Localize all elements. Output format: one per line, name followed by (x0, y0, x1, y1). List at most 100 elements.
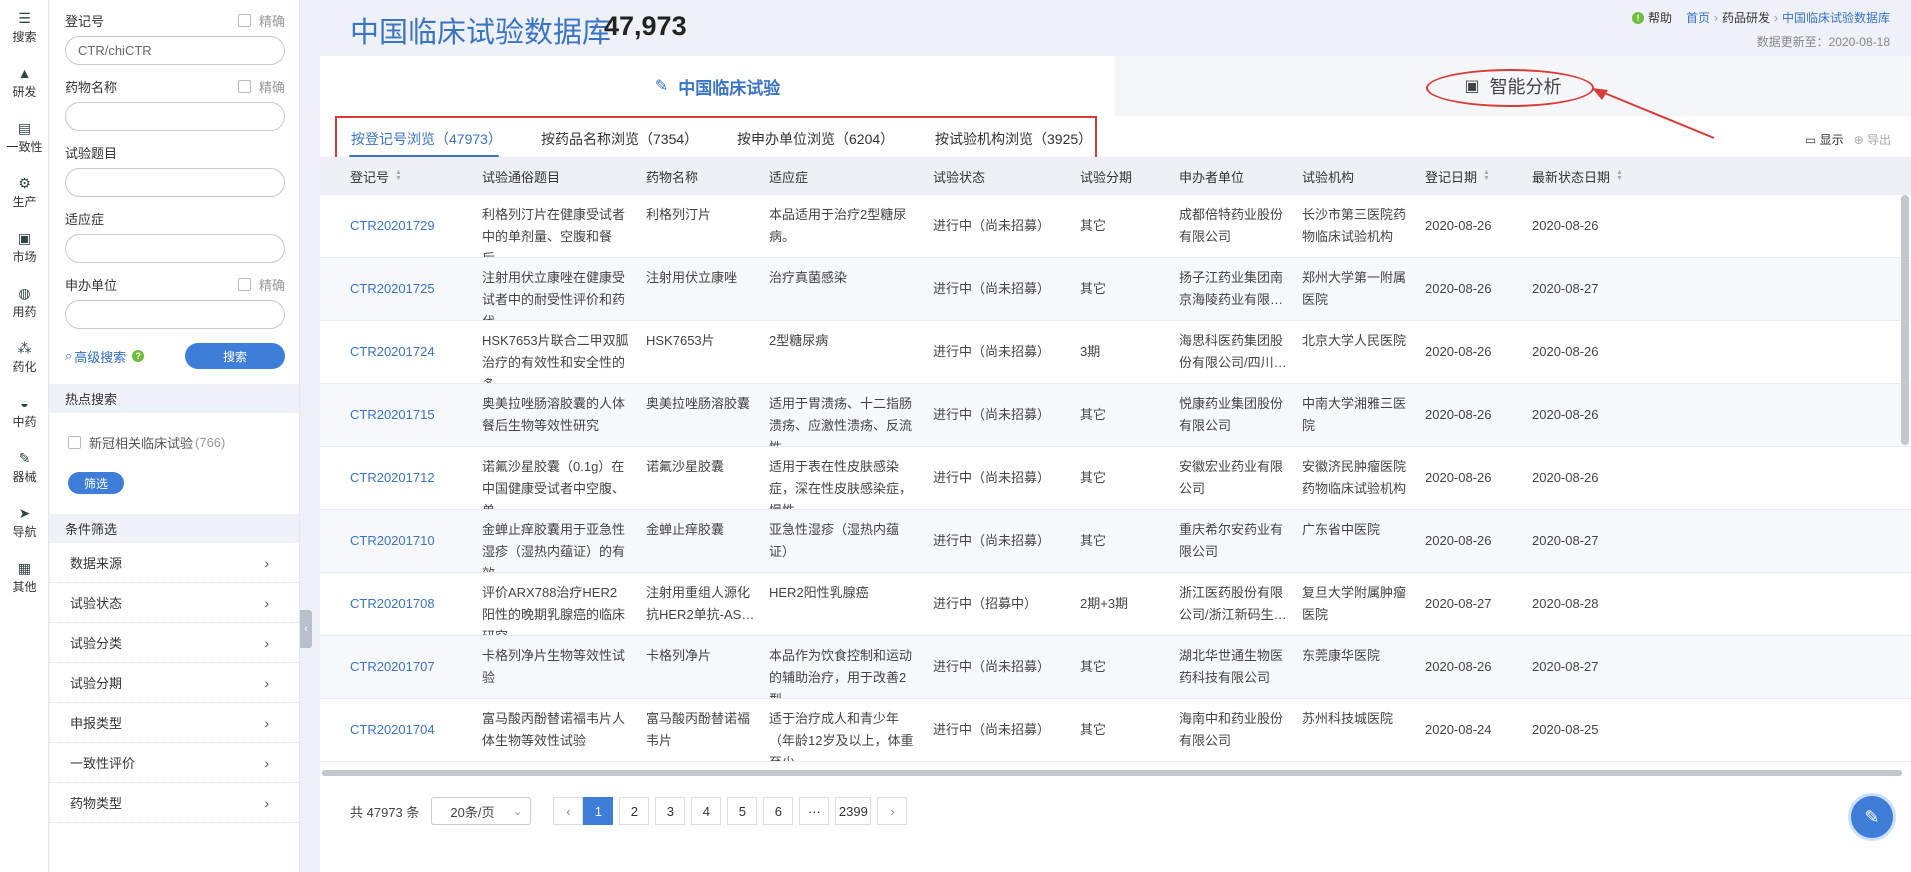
page-button[interactable]: 3 (655, 797, 686, 825)
page-size-select[interactable]: 20条/页 ⌄ (431, 797, 532, 825)
rail-item-label: 市场 (12, 250, 37, 264)
cell-drug: 利格列汀片 (646, 207, 712, 222)
filter-button[interactable]: 筛选 (68, 472, 124, 494)
table-row[interactable]: CTR20201725注射用伏立康唑在健康受试者中的耐受性评价和药代… 注射用伏立… (320, 258, 1911, 321)
sort-icon[interactable]: ▲ ▼ (395, 169, 402, 182)
condition-filter-item[interactable]: 试验状态 › (50, 583, 299, 623)
table-row[interactable]: CTR20201729利格列汀片在健康受试者中的单剂量、空腹和餐后、… 利格列汀片… (320, 195, 1911, 258)
page-button[interactable]: 6 (763, 797, 794, 825)
rail-item[interactable]: ⁂ 药化 (0, 330, 49, 385)
rail-item[interactable]: ◒ 中药 (0, 385, 49, 440)
table-tools: ▭ 显示 ⊕ 导出 (1805, 131, 1891, 148)
exact-label: 精确 (258, 13, 285, 29)
rail-item[interactable]: ☰ 搜索 (0, 0, 49, 55)
conditions-list: 数据来源 › 试验状态 › 试验分类 › 试验分期 › 申报类型 › 一致性评价 › 药物类型 › (50, 543, 299, 823)
page-button[interactable]: 2 (619, 797, 650, 825)
column-header[interactable]: 登记号 ▲ ▼ (350, 157, 402, 195)
breadcrumb-home[interactable]: 首页 (1686, 9, 1710, 26)
cell-reg[interactable]: CTR20201707 (350, 636, 475, 698)
tab-by-drug-name[interactable]: 按药品名称浏览（7354） (541, 118, 698, 160)
checkbox-icon[interactable] (68, 435, 81, 449)
applicant-exact-checkbox[interactable]: 精确 (237, 275, 285, 294)
search-button[interactable]: 搜索 (185, 343, 285, 369)
condition-filter-item[interactable]: 试验分类 › (50, 623, 299, 663)
page-ellipsis[interactable]: ··· (799, 797, 830, 825)
applicant-input[interactable] (65, 300, 285, 329)
cell-title: 卡格列净片生物等效性试验 (482, 648, 626, 685)
rail-item[interactable]: ✎ 器械 (0, 440, 49, 495)
display-button[interactable]: ▭ 显示 (1805, 131, 1844, 148)
table-row[interactable]: CTR20201708评价ARX788治疗HER2阳性的晚期乳腺癌的临床研究注射… (320, 573, 1911, 636)
display-label: 显示 (1819, 133, 1844, 147)
condition-filter-item[interactable]: 试验分期 › (50, 663, 299, 703)
cell-reg[interactable]: CTR20201715 (350, 384, 475, 446)
page-button[interactable]: 5 (727, 797, 758, 825)
prev-page-button[interactable]: ‹ (553, 797, 584, 825)
table-row[interactable]: CTR20201715 奥美拉唑肠溶胶囊的人体餐后生物等效性研究 奥美拉唑肠溶胶囊 适… (320, 384, 1911, 447)
cell-reg[interactable]: CTR20201712 (350, 447, 475, 509)
tab-by-reg-no[interactable]: 按登记号浏览（47973） (351, 118, 502, 160)
cell-site: 复旦大学附属肿瘤医院 (1302, 585, 1407, 622)
cell-reg[interactable]: CTR20201710 (350, 510, 475, 572)
cell-reg[interactable]: CTR20201729 (350, 195, 475, 257)
table-row[interactable]: CTR20201710金蝉止痒胶囊用于亚急性湿疹（湿热内蕴证）的有效… 金蝉止痒胶… (320, 510, 1911, 573)
table-row[interactable]: CTR20201704 富马酸丙酚替诺福韦片人体生物等效性试验 富马酸丙酚替诺福韦片… (320, 699, 1911, 762)
rail-item[interactable]: ➤ 导航 (0, 495, 49, 550)
hot-search-item[interactable]: 新冠相关临床试验 (766) (50, 422, 299, 462)
breadcrumb-rd[interactable]: 药品研发 (1722, 9, 1770, 26)
cell-site: 苏州科技城医院 (1302, 711, 1394, 726)
export-button[interactable]: ⊕ 导出 (1854, 131, 1891, 148)
help-link[interactable]: 帮助 (1648, 9, 1672, 26)
cell-status: 进行中（尚未招募） (933, 407, 1051, 422)
cell-phase: 2期+3期 (1080, 596, 1129, 611)
help-icon[interactable]: ? (132, 350, 145, 362)
cell-phase: 其它 (1080, 533, 1107, 548)
rail-item[interactable]: ▦ 其他 (0, 550, 49, 605)
cell-title: 注射用伏立康唑在健康受试者中的耐受性评价和药代… (482, 270, 626, 320)
rail-item[interactable]: ▣ 市场 (0, 220, 49, 275)
table-row[interactable]: CTR20201724HSK7653片联合二甲双胍治疗的有效性和安全性的多… HS… (320, 321, 1911, 384)
tab-clinical-trials[interactable]: ✎ 中国临床试验 (320, 56, 1115, 116)
sort-icon[interactable]: ▲ ▼ (1483, 169, 1490, 182)
rail-item[interactable]: ▲ 研发 (0, 55, 49, 110)
drug-name-input[interactable] (65, 102, 285, 131)
table-row[interactable]: CTR20201712诺氟沙星胶囊（0.1g）在中国健康受试者中空腹、单… 诺氟沙… (320, 447, 1911, 510)
tab-by-sponsor[interactable]: 按申办单位浏览（6204） (737, 118, 894, 160)
cell-status: 进行中（尚未招募） (933, 470, 1051, 485)
rail-item[interactable]: ▤ 一致性 (0, 110, 49, 165)
next-page-button[interactable]: › (877, 797, 908, 825)
horizontal-scrollbar[interactable] (322, 770, 1902, 776)
condition-filter-item[interactable]: 数据来源 › (50, 543, 299, 583)
column-header[interactable]: 登记日期 ▲ ▼ (1425, 157, 1490, 195)
reg-no-input[interactable] (65, 36, 285, 65)
feedback-button[interactable]: ✎ (1848, 793, 1896, 841)
advanced-search-link[interactable]: ⌕ 高级搜索 ? (65, 347, 145, 366)
cell-reg[interactable]: CTR20201704 (350, 699, 475, 761)
collapse-panel-handle[interactable]: ‹ (300, 610, 312, 648)
page-button[interactable]: 2399 (835, 797, 872, 825)
table-row[interactable]: CTR20201707 卡格列净片生物等效性试验 卡格列净片 本品作为饮食控制和运动的… (320, 636, 1911, 699)
condition-filter-item[interactable]: 申报类型 › (50, 703, 299, 743)
breadcrumb-current: 中国临床试验数据库 (1781, 11, 1890, 25)
cell-reg[interactable]: CTR20201708 (350, 573, 475, 635)
reg-no-exact-checkbox[interactable]: 精确 (237, 11, 285, 30)
cell-title: 奥美拉唑肠溶胶囊的人体餐后生物等效性研究 (482, 396, 626, 433)
cell-ind: 本品作为饮食控制和运动的辅助治疗，用于改善2 型… (769, 648, 913, 698)
tab-by-institution[interactable]: 按试验机构浏览（3925） (935, 118, 1092, 160)
condition-filter-item[interactable]: 药物类型 › (50, 783, 299, 823)
rail-item[interactable]: ◍ 用药 (0, 275, 49, 330)
drug-name-exact-checkbox[interactable]: 精确 (237, 77, 285, 96)
page-button[interactable]: 4 (691, 797, 722, 825)
cell-reg[interactable]: CTR20201724 (350, 321, 475, 383)
indication-input[interactable] (65, 234, 285, 263)
cell-reg[interactable]: CTR20201725 (350, 258, 475, 320)
column-header[interactable]: 最新状态日期 ▲ ▼ (1532, 157, 1623, 195)
rail-item[interactable]: ⚙ 生产 (0, 165, 49, 220)
condition-filter-item[interactable]: 一致性评价 › (50, 743, 299, 783)
trial-title-input[interactable] (65, 168, 285, 197)
sort-icon[interactable]: ▲ ▼ (1616, 169, 1623, 182)
page-button[interactable]: 1 (583, 797, 614, 825)
rail-item-label: 研发 (12, 85, 37, 99)
tab-smart-analysis[interactable]: ▣ 智能分析 (1115, 56, 1911, 116)
vertical-scrollbar[interactable] (1901, 195, 1909, 445)
